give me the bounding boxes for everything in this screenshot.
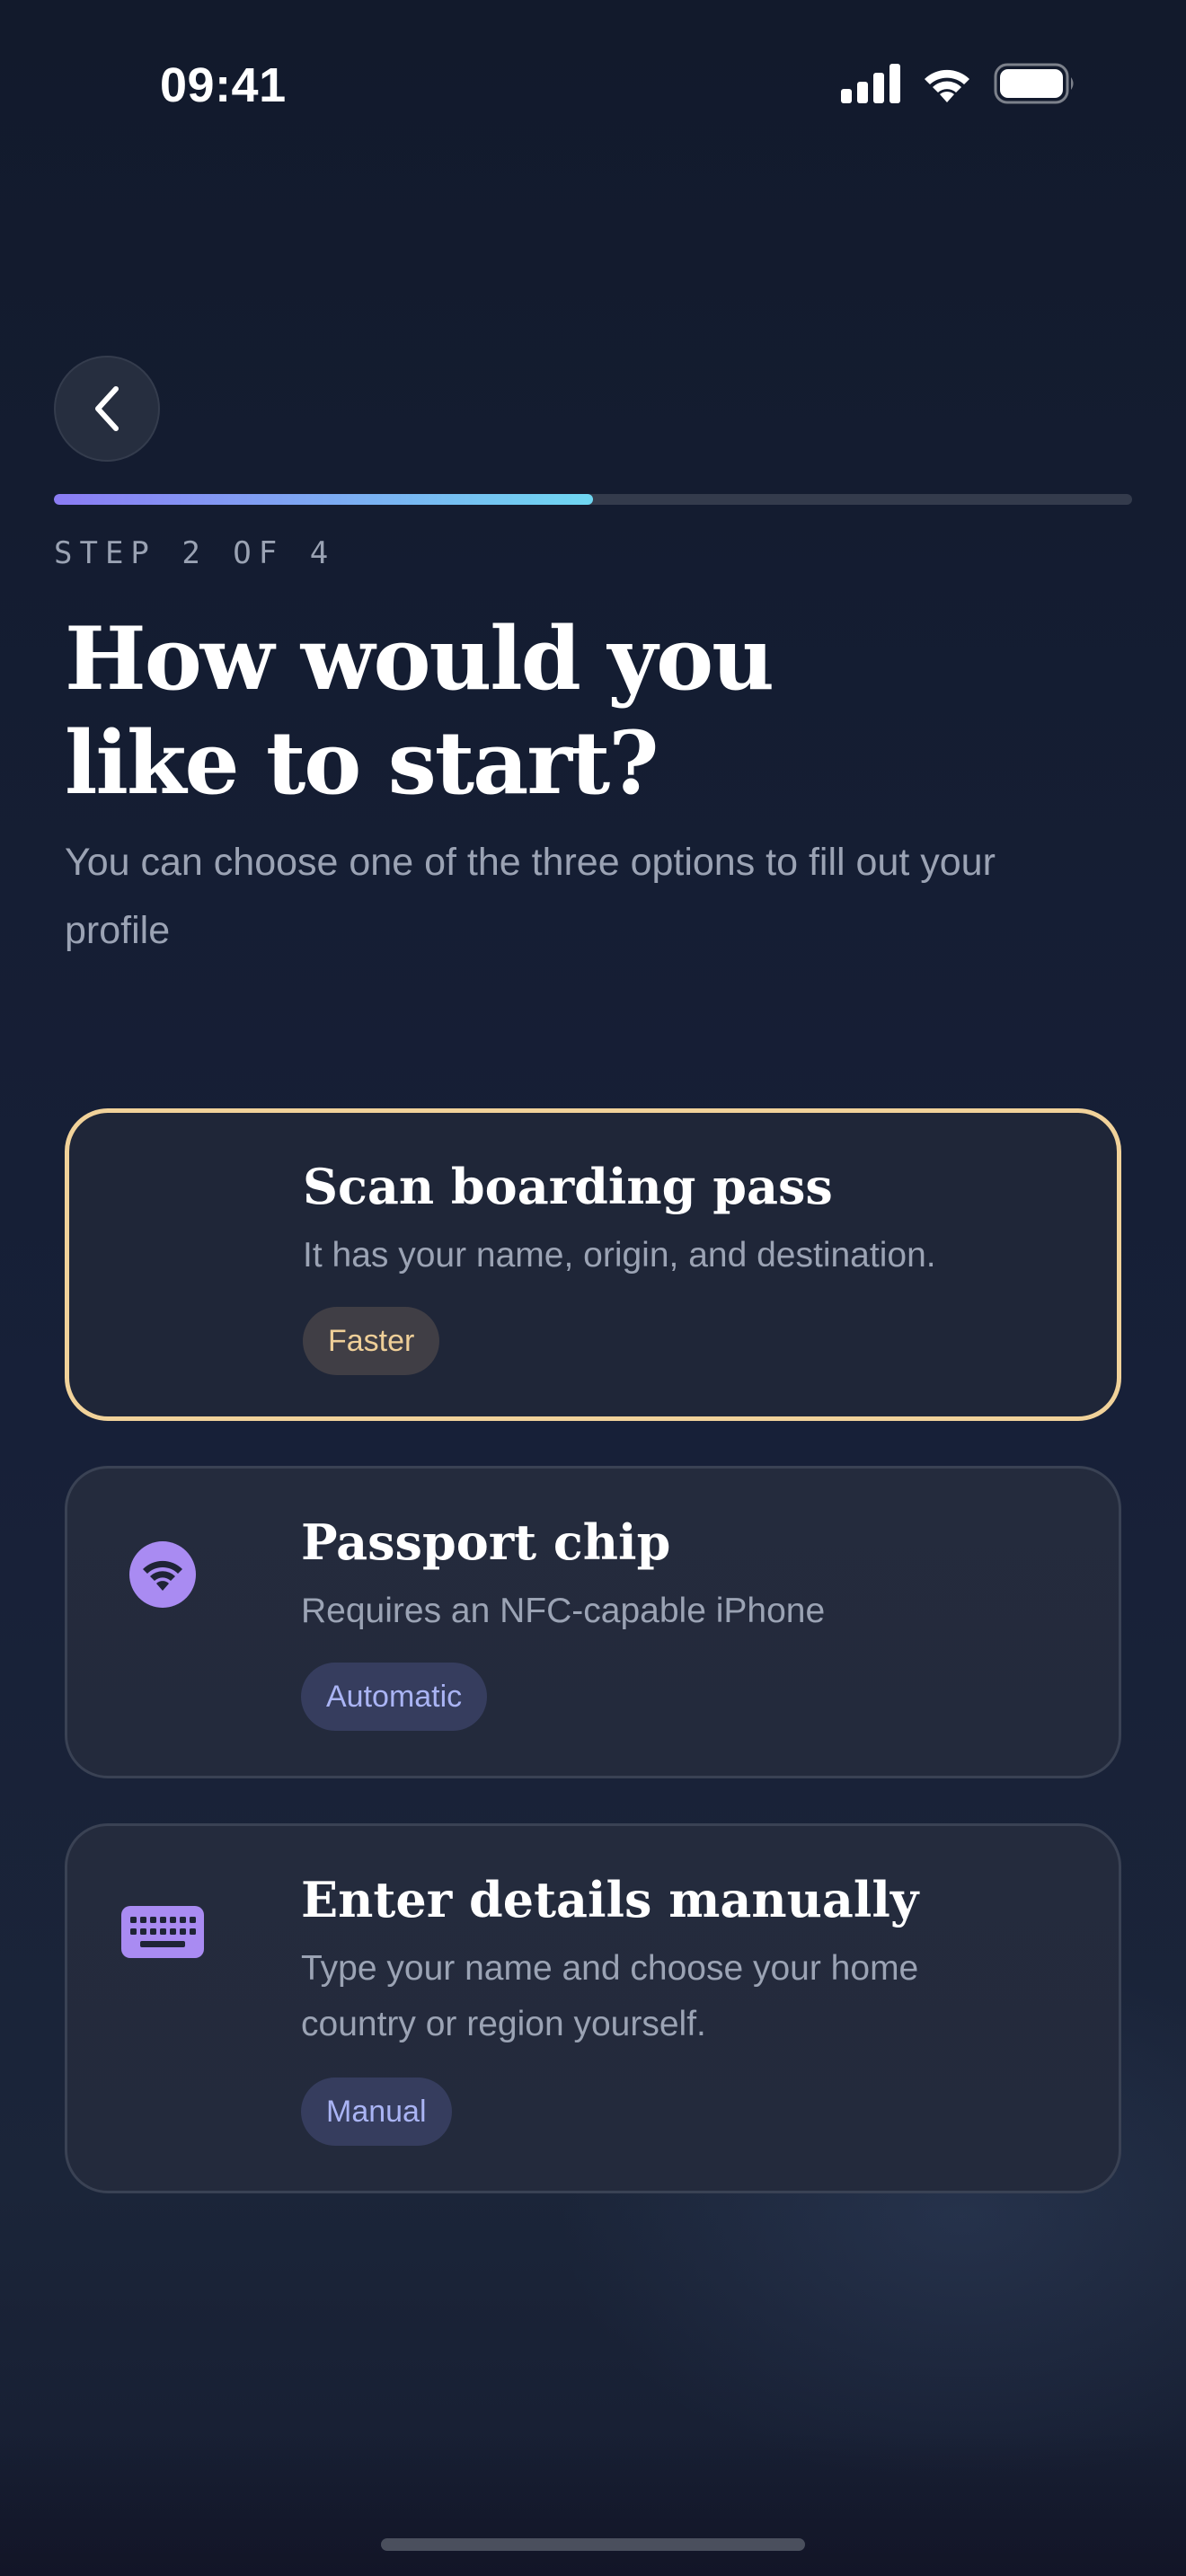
option-badge: Automatic: [301, 1663, 488, 1731]
nfc-icon: [118, 1530, 208, 1619]
option-passport-chip[interactable]: Passport chip Requires an NFC-capable iP…: [65, 1466, 1121, 1778]
page-title: How would you like to start?: [65, 608, 774, 814]
option-scan-boarding-pass[interactable]: Scan boarding pass It has your name, ori…: [65, 1108, 1121, 1421]
home-indicator[interactable]: [381, 2538, 805, 2551]
option-title: Enter details manually: [301, 1871, 919, 1928]
page-subtitle: You can choose one of the three options …: [65, 841, 996, 952]
keyboard-icon: [118, 1887, 208, 1977]
option-badge: Faster: [303, 1307, 440, 1375]
step-label: STEP 2 OF 4: [54, 535, 336, 571]
status-time: 09:41: [160, 58, 287, 112]
option-title: Passport chip: [301, 1513, 671, 1571]
onboarding-screen: 09:41 STEP 2 OF 4 How would you like to …: [0, 0, 1186, 2576]
wifi-icon: [925, 69, 969, 102]
progress-bar: [54, 494, 1132, 505]
chevron-left-icon: [95, 386, 119, 431]
option-title: Scan boarding pass: [303, 1158, 833, 1215]
cellular-signal-icon: [841, 64, 900, 103]
bottom-gradient: [0, 2432, 1186, 2576]
option-badge: Manual: [301, 2078, 452, 2146]
battery-icon: [994, 63, 1074, 104]
option-enter-manually[interactable]: Enter details manually Type your name an…: [65, 1823, 1121, 2193]
option-description: Type your name and choose your home coun…: [301, 1949, 919, 2043]
option-description: Requires an NFC-capable iPhone: [301, 1592, 826, 1630]
option-description: It has your name, origin, and destinatio…: [303, 1236, 936, 1275]
progress-fill: [54, 494, 593, 505]
back-button[interactable]: [54, 356, 160, 462]
status-icons: [841, 63, 1076, 104]
